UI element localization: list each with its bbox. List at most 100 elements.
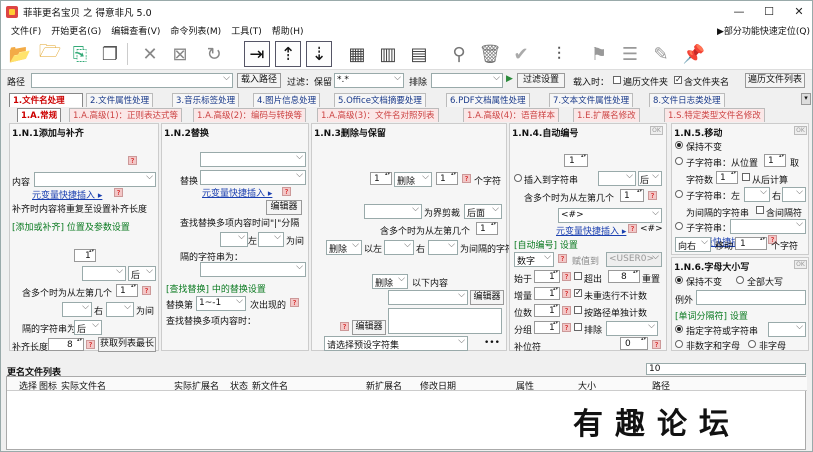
pin-icon[interactable]: 📌: [681, 41, 707, 67]
position-select[interactable]: [82, 266, 126, 281]
tab-file-log[interactable]: 8.文件日志类处理: [649, 93, 725, 107]
move-up-icon[interactable]: ⇡: [275, 41, 301, 67]
col-status[interactable]: 状态: [230, 379, 248, 392]
inc-spinner[interactable]: 1: [534, 286, 560, 300]
filter-settings-button[interactable]: 过滤设置: [517, 73, 565, 88]
delete-select-2[interactable]: 删除: [326, 240, 362, 255]
pad-char-input[interactable]: 0: [620, 336, 648, 350]
menu-start-rename[interactable]: 开始更名(G): [51, 24, 101, 37]
table-icon[interactable]: ▥: [375, 41, 401, 67]
apply-filter-icon[interactable]: ▶: [506, 74, 513, 84]
move-right-icon[interactable]: ⇥: [244, 41, 270, 67]
edit-list-icon[interactable]: ✎: [648, 41, 674, 67]
editor-button-2[interactable]: 编辑器: [352, 320, 386, 335]
col-actual-ext[interactable]: 实际扩展名: [174, 379, 219, 392]
spec-radio[interactable]: [675, 325, 683, 333]
preset-select[interactable]: 请选择预设字符集: [324, 336, 468, 351]
editor-button[interactable]: 编辑器: [266, 200, 302, 215]
help-icon[interactable]: ?: [462, 174, 471, 183]
add-folder-icon[interactable]: 🗁: [37, 41, 63, 67]
import-icon[interactable]: ⎘: [67, 41, 93, 67]
info-card-icon[interactable]: ▤: [406, 41, 432, 67]
var-insert-link[interactable]: 元变量快捷插入 ▸: [202, 186, 272, 199]
load-path-button[interactable]: 载入路径: [237, 73, 281, 88]
help-icon[interactable]: ?: [562, 323, 571, 332]
menu-edit-view[interactable]: 编辑查看(V): [111, 24, 160, 37]
refresh-icon[interactable]: ↻: [201, 41, 227, 67]
ok-icon[interactable]: OK: [650, 126, 663, 135]
after-select[interactable]: 后: [638, 171, 662, 186]
exceed-spinner[interactable]: 8: [608, 269, 640, 283]
move-down-icon[interactable]: ⇣: [306, 41, 332, 67]
help-icon[interactable]: ?: [340, 322, 349, 331]
keep-textarea[interactable]: [388, 308, 502, 334]
subtab-advanced-4[interactable]: 1.A.高级(4)：语音样本: [463, 108, 560, 122]
clear-icon[interactable]: ⊠: [167, 41, 193, 67]
include-folder-names-checkbox[interactable]: [674, 75, 682, 84]
delete-icon[interactable]: ✕: [137, 41, 163, 67]
help-icon[interactable]: ?: [558, 254, 567, 263]
col-path[interactable]: 路径: [652, 379, 670, 392]
delete-select[interactable]: 删除: [394, 172, 432, 187]
case-keep-radio[interactable]: [675, 276, 683, 284]
pos-select[interactable]: 后: [74, 320, 102, 335]
menu-help[interactable]: 帮助(H): [272, 24, 304, 37]
num-type-select[interactable]: 数字: [514, 252, 554, 267]
menu-commands[interactable]: 命令列表(M): [170, 24, 221, 37]
subtab-extension[interactable]: 1.E.扩展名修改: [573, 108, 640, 122]
quick-locate-link[interactable]: ▶部分功能快速定位(Q): [717, 24, 810, 37]
after-select[interactable]: 后面: [464, 204, 502, 219]
find-input[interactable]: [200, 152, 306, 167]
subtab-advanced-3[interactable]: 1.A.高级(3)：文件名对照列表: [317, 108, 439, 122]
traverse-list-button[interactable]: 遍历文件列表: [745, 73, 805, 88]
close-button[interactable]: ✕: [784, 1, 812, 22]
tab-filename[interactable]: 1.文件名处理: [9, 93, 83, 107]
col-icon[interactable]: 图标: [39, 379, 57, 392]
nth-spinner[interactable]: 1: [476, 221, 498, 235]
spec-select[interactable]: [768, 322, 806, 337]
subtab-specific-type[interactable]: 1.S.特定类型文件名修改: [664, 108, 765, 122]
help-icon[interactable]: ?: [652, 340, 661, 349]
exclude-checkbox[interactable]: [574, 323, 582, 331]
col-select[interactable]: 选择: [19, 379, 37, 392]
sub-str-radio[interactable]: [675, 222, 683, 230]
tab-music-tag[interactable]: 3.音乐标签处理: [172, 93, 240, 107]
copy-icon[interactable]: ❐: [97, 41, 123, 67]
sep-input[interactable]: [200, 262, 306, 277]
col-attr[interactable]: 属性: [516, 379, 534, 392]
format-input[interactable]: <#>: [558, 208, 662, 223]
content-select[interactable]: [388, 290, 468, 305]
group-spinner[interactable]: 1: [534, 320, 560, 334]
tabs-scroll-icon[interactable]: ▾: [801, 93, 811, 105]
traverse-folders-checkbox[interactable]: [613, 76, 621, 84]
exclude-select[interactable]: [606, 321, 658, 336]
no-dup-checkbox[interactable]: [574, 288, 582, 297]
get-longest-button[interactable]: 获取列表最长: [98, 337, 156, 352]
var-insert-link[interactable]: 元变量快捷插入 ▸: [556, 224, 626, 237]
more-icon[interactable]: •••: [484, 338, 500, 348]
insert-select[interactable]: [598, 171, 636, 186]
help-icon[interactable]: ?: [628, 224, 637, 233]
keep-radio[interactable]: [675, 141, 683, 149]
trash-icon[interactable]: 🗑: [477, 41, 503, 67]
ok-icon[interactable]: OK: [794, 260, 807, 269]
col-new-ext[interactable]: 新扩展名: [366, 379, 402, 392]
start-spinner[interactable]: 1: [370, 171, 392, 185]
sliders-icon[interactable]: ⫶: [546, 41, 572, 67]
help-icon[interactable]: ?: [282, 187, 291, 196]
tab-pdf-attr[interactable]: 6.PDF文档属性处理: [446, 93, 530, 107]
except-input[interactable]: [696, 290, 806, 305]
help-icon[interactable]: ?: [562, 289, 571, 298]
insert-to-radio[interactable]: [514, 174, 522, 182]
help-icon[interactable]: ?: [114, 188, 123, 197]
sub-from-radio[interactable]: [675, 157, 683, 165]
help-icon[interactable]: ?: [86, 340, 95, 349]
move-spinner[interactable]: 1: [735, 236, 767, 250]
col-modified[interactable]: 修改日期: [420, 379, 456, 392]
subtab-advanced-2[interactable]: 1.A.高级(2)：编码与转换等: [193, 108, 307, 122]
sub-str-input[interactable]: [730, 219, 806, 234]
count-spinner[interactable]: 1: [436, 171, 458, 185]
position-spinner[interactable]: 1: [74, 248, 96, 262]
start-spinner[interactable]: 1: [534, 269, 560, 283]
help-icon[interactable]: ?: [562, 272, 571, 281]
